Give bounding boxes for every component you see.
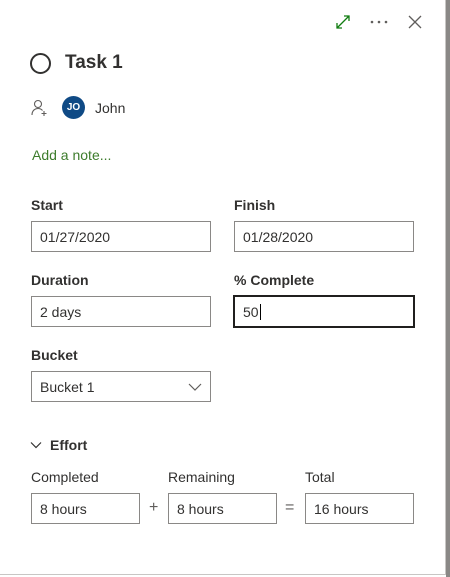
equals-sign: = <box>285 499 295 516</box>
completed-hours-value: 8 hours <box>40 500 87 517</box>
percent-complete-label: % Complete <box>234 272 315 288</box>
remaining-hours-value: 8 hours <box>177 500 224 517</box>
total-hours-value: 16 hours <box>314 500 369 517</box>
remaining-hours-input[interactable]: 8 hours <box>168 493 277 524</box>
avatar[interactable]: JO <box>62 96 85 119</box>
duration-input[interactable]: 2 days <box>31 296 211 327</box>
panel-scroll-edge <box>446 0 450 577</box>
completed-label: Completed <box>31 469 99 485</box>
bucket-value: Bucket 1 <box>40 378 95 395</box>
remaining-label: Remaining <box>168 469 235 485</box>
bucket-label: Bucket <box>31 347 78 363</box>
finish-date-value: 01/28/2020 <box>243 228 314 245</box>
expand-icon[interactable] <box>333 12 353 32</box>
start-date-input[interactable]: 01/27/2020 <box>31 221 211 252</box>
duration-value: 2 days <box>40 303 82 320</box>
assign-person-icon[interactable] <box>30 98 50 118</box>
assignee-name[interactable]: John <box>95 100 125 116</box>
close-icon[interactable] <box>405 12 425 32</box>
add-note-link[interactable]: Add a note... <box>32 147 111 163</box>
total-label: Total <box>305 469 335 485</box>
duration-label: Duration <box>31 272 89 288</box>
effort-section-toggle[interactable]: Effort <box>30 437 87 453</box>
start-label: Start <box>31 197 63 213</box>
plus-sign: + <box>149 499 159 516</box>
bucket-select[interactable]: Bucket 1 <box>31 371 211 402</box>
finish-date-input[interactable]: 01/28/2020 <box>234 221 414 252</box>
completed-hours-input[interactable]: 8 hours <box>31 493 140 524</box>
header-actions <box>333 12 425 32</box>
task-title[interactable]: Task 1 <box>65 52 123 74</box>
task-title-row: Task 1 <box>30 52 123 74</box>
chevron-down-icon <box>188 380 202 397</box>
effort-title: Effort <box>50 437 88 453</box>
complete-task-checkbox[interactable] <box>30 52 51 74</box>
total-hours-input[interactable]: 16 hours <box>305 493 414 524</box>
chevron-down-icon <box>30 442 42 449</box>
percent-complete-input[interactable]: 50 <box>233 295 415 328</box>
task-details-panel: Task 1 JO John Add a note... Start 01/27… <box>0 0 446 575</box>
percent-complete-value: 50 <box>243 303 259 320</box>
assignment-row: JO John <box>30 96 125 119</box>
start-date-value: 01/27/2020 <box>40 228 111 245</box>
text-cursor <box>259 303 261 320</box>
more-icon[interactable] <box>369 12 389 32</box>
finish-label: Finish <box>234 197 276 213</box>
